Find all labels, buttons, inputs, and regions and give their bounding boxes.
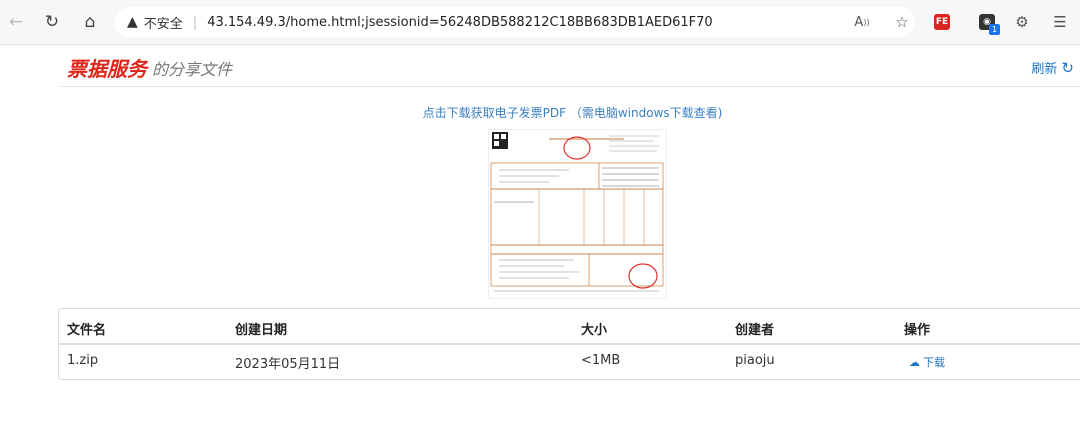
extension-icon[interactable]: ◉ 1	[975, 10, 1000, 35]
address-separator: |	[192, 14, 198, 30]
file-table: 文件名 创建日期 大小 创建者 操作 1.zip 2023年05月11日 <1M…	[58, 308, 1080, 380]
cell-filename: 1.zip	[67, 353, 99, 368]
address-bar[interactable]: ▲ 不安全 | 43.154.49.3/home.html;jsessionid…	[115, 7, 915, 37]
header-creator: 创建者	[735, 323, 775, 338]
back-icon[interactable]: ←	[4, 10, 28, 34]
invoice-stamp-top	[563, 136, 591, 160]
home-icon[interactable]: ⌂	[78, 10, 102, 34]
favorites-list-icon[interactable]: ☰	[1048, 10, 1072, 34]
invoice-stamp-bottom	[628, 263, 658, 289]
download-pdf-link[interactable]: 点击下载获取电子发票PDF （需电脑windows下载查看)	[0, 104, 1080, 121]
refresh-label: 刷新	[1031, 62, 1058, 77]
header-action: 操作	[904, 323, 931, 338]
brand-title: 票据服务	[67, 57, 147, 81]
header-size: 大小	[581, 323, 608, 338]
favorite-icon[interactable]: ☆	[890, 10, 914, 34]
cell-creator: piaoju	[735, 353, 775, 368]
cell-size: <1MB	[581, 353, 621, 368]
security-label: 不安全	[143, 16, 183, 32]
read-aloud-icon[interactable]: A))	[850, 10, 874, 34]
reload-icon[interactable]: ↻	[40, 10, 64, 34]
brand-subtitle: 的分享文件	[152, 60, 233, 79]
page-header: 票据服务 的分享文件 刷新 ↻	[60, 44, 1080, 87]
invoice-preview-image	[488, 129, 667, 299]
cloud-download-icon: ☁	[909, 355, 920, 369]
download-button[interactable]: ☁ 下载	[909, 354, 945, 370]
extensions-puzzle-icon[interactable]: ⚙	[1010, 10, 1034, 34]
header-divider	[59, 343, 1080, 345]
url-text: 43.154.49.3/home.html;jsessionid=56248DB…	[207, 14, 713, 30]
download-label: 下载	[923, 356, 945, 369]
refresh-icon: ↻	[1061, 58, 1074, 77]
header-filename: 文件名	[67, 323, 107, 338]
cell-date: 2023年05月11日	[235, 357, 341, 372]
warning-icon: ▲	[127, 14, 138, 30]
extension-pdf-icon[interactable]: FE	[930, 10, 954, 34]
invoice-drawing	[490, 132, 664, 292]
refresh-button[interactable]: 刷新 ↻	[1031, 58, 1074, 78]
header-date: 创建日期	[235, 323, 288, 338]
browser-toolbar: ← ↻ ⌂ ▲ 不安全 | 43.154.49.3/home.html;jses…	[0, 0, 1080, 45]
